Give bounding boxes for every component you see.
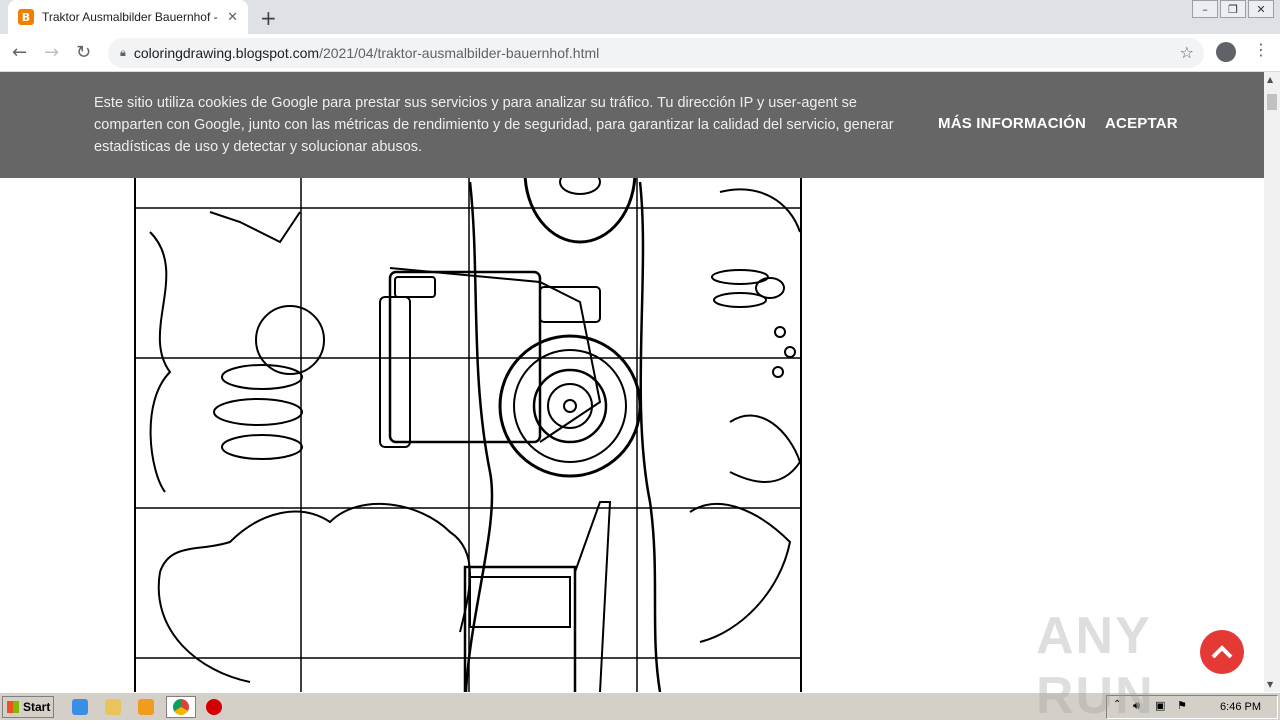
internet-explorer-icon[interactable]: [72, 699, 88, 715]
browser-toolbar: ← → ↻ 🔒︎ coloringdrawing.blogspot.com/20…: [0, 34, 1280, 72]
chrome-icon: [173, 699, 189, 715]
scroll-up-icon[interactable]: ▲: [1267, 75, 1273, 84]
url-host: coloringdrawing.blogspot.com: [133, 45, 320, 61]
warning-app-icon[interactable]: [206, 699, 222, 715]
profile-avatar-icon[interactable]: [1216, 42, 1236, 62]
lock-icon[interactable]: 🔒︎: [120, 46, 126, 60]
browser-tab[interactable]: B Traktor Ausmalbilder Bauernhof - Co ✕: [8, 0, 248, 34]
start-button[interactable]: Start: [2, 696, 54, 718]
scrollbar-thumb[interactable]: [1267, 94, 1277, 110]
menu-kebab-icon[interactable]: ⋮: [1253, 40, 1269, 59]
media-player-icon[interactable]: [138, 699, 154, 715]
cookie-message: Este sitio utiliza cookies de Google par…: [94, 95, 894, 155]
cookie-consent-banner: Este sitio utiliza cookies de Google par…: [0, 72, 1264, 178]
bookmark-star-icon[interactable]: ☆: [1180, 43, 1194, 62]
tab-strip: B Traktor Ausmalbilder Bauernhof - Co ✕ …: [0, 0, 1280, 34]
windows-logo-icon: [7, 701, 19, 713]
back-to-top-button[interactable]: [1200, 630, 1244, 674]
restore-icon[interactable]: ❐: [1220, 0, 1246, 18]
minimize-icon[interactable]: –: [1192, 0, 1218, 18]
url-path: /2021/04/traktor-ausmalbilder-bauernhof.…: [319, 45, 600, 61]
blogger-icon: B: [18, 9, 34, 25]
more-info-link[interactable]: MÁS INFORMACIÓN: [938, 115, 1086, 132]
folder-icon[interactable]: [105, 699, 121, 715]
anyrun-watermark: ANY RUN: [1036, 607, 1155, 725]
new-tab-button[interactable]: +: [260, 6, 277, 30]
window-controls: – ❐ ✕: [1190, 0, 1274, 18]
address-bar[interactable]: 🔒︎ coloringdrawing.blogspot.com/2021/04/…: [108, 38, 1204, 68]
vertical-scrollbar[interactable]: ▲ ▼: [1264, 72, 1280, 692]
tab-title: Traktor Ausmalbilder Bauernhof - Co: [42, 10, 218, 24]
close-tab-icon[interactable]: ✕: [227, 10, 238, 25]
close-window-icon[interactable]: ✕: [1248, 0, 1274, 18]
accept-button[interactable]: ACEPTAR: [1105, 115, 1178, 132]
back-icon[interactable]: ←: [12, 42, 27, 63]
forward-icon[interactable]: →: [44, 42, 59, 63]
chevron-up-icon: [1211, 645, 1233, 659]
start-label: Start: [23, 700, 51, 714]
reload-icon[interactable]: ↻: [76, 42, 91, 63]
